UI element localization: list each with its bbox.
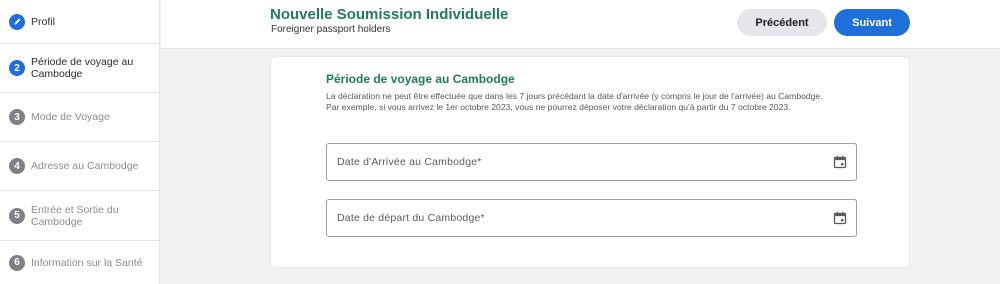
sidebar-item-profil[interactable]: Profil: [0, 0, 160, 44]
calendar-icon[interactable]: [833, 211, 847, 225]
previous-button[interactable]: Précédent: [737, 9, 827, 36]
info-text: La déclaration ne peut être effectuée qu…: [326, 91, 856, 112]
sidebar-item-label: Profil: [31, 15, 55, 28]
step-number: 4: [9, 158, 25, 174]
step-number: 6: [9, 254, 25, 271]
page-title: Nouvelle Soumission Individuelle: [270, 6, 509, 23]
section-title: Période de voyage au Cambodge: [326, 72, 515, 86]
header-bar: Nouvelle Soumission Individuelle Foreign…: [161, 0, 1000, 49]
sidebar-item-adresse[interactable]: 4 Adresse au Cambodge: [0, 142, 160, 191]
sidebar-item-label: Période de voyage au Cambodge: [31, 56, 134, 80]
sidebar-item-label: Entrée et Sortie du Cambodge: [31, 203, 119, 228]
sidebar-item-label: Mode de Voyage: [31, 111, 110, 123]
page-subtitle: Foreigner passport holders: [271, 24, 391, 35]
info-line: Par exemple, si vous arrivez le 1er octo…: [326, 101, 791, 112]
step-number: 2: [9, 60, 25, 76]
info-line: La déclaration ne peut être effectuée qu…: [326, 91, 823, 101]
sidebar-item-entree-sortie[interactable]: 5 Entrée et Sortie du Cambodge: [0, 191, 160, 241]
arrival-date-label: Date d'Arrivée au Cambodge*: [337, 156, 482, 168]
step-number: 3: [9, 109, 25, 125]
calendar-icon[interactable]: [833, 155, 847, 169]
pencil-icon: [9, 13, 25, 30]
arrival-date-field[interactable]: Date d'Arrivée au Cambodge*: [326, 143, 857, 181]
sidebar-item-periode[interactable]: 2 Période de voyage au Cambodge: [0, 44, 160, 93]
departure-date-field[interactable]: Date de départ du Cambodge*: [326, 199, 857, 237]
sidebar-item-mode-voyage[interactable]: 3 Mode de Voyage: [0, 93, 160, 142]
sidebar-item-label: Adresse au Cambodge: [31, 160, 139, 172]
departure-date-label: Date de départ du Cambodge*: [337, 212, 485, 224]
sidebar-item-sante[interactable]: 6 Information sur la Santé: [0, 241, 160, 284]
sidebar-item-label: Information sur la Santé: [31, 256, 143, 269]
sidebar: Profil 2 Période de voyage au Cambodge 3…: [0, 0, 160, 284]
next-button[interactable]: Suivant: [834, 9, 910, 36]
step-number: 5: [9, 207, 25, 224]
form-card: Période de voyage au Cambodge La déclara…: [270, 56, 910, 268]
